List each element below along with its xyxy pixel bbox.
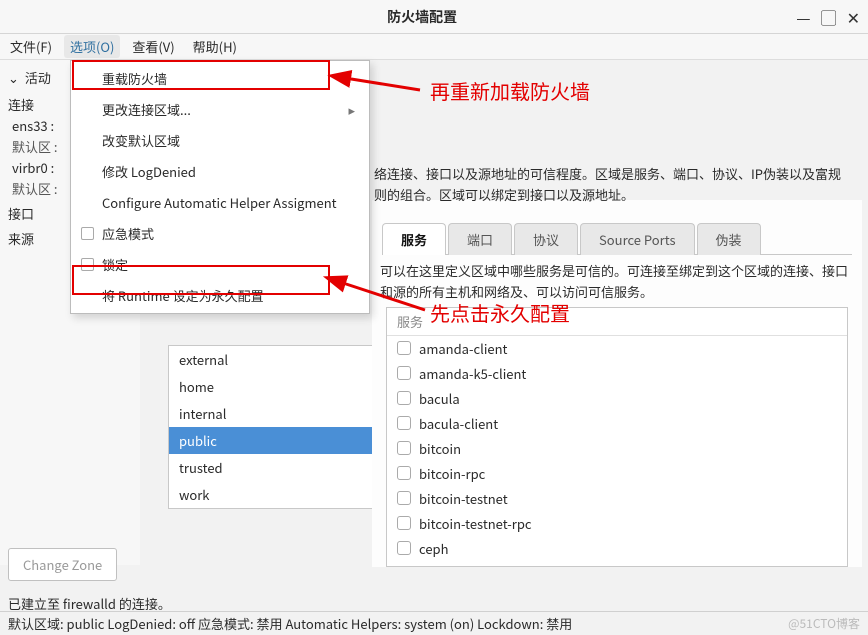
menu-modify-logdenied-label: 修改 LogDenied <box>102 162 196 181</box>
service-row[interactable]: bacula <box>387 386 847 411</box>
checkbox-icon[interactable] <box>397 416 411 430</box>
titlebar: 防火墙配置 — ▢ ✕ <box>0 0 868 34</box>
tab-ports[interactable]: 端口 <box>448 223 512 255</box>
zone-home[interactable]: home <box>169 373 377 400</box>
services-list: 服务 amanda-client amanda-k5-client bacula… <box>386 307 848 567</box>
zone-description: 络连接、接口以及源地址的可信程度。区域是服务、端口、协议、IP伪装以及富规则的组… <box>372 160 858 212</box>
menu-options[interactable]: 选项(O) <box>64 35 120 58</box>
checkbox-icon[interactable] <box>397 491 411 505</box>
change-zone-button[interactable]: Change Zone <box>8 548 117 581</box>
service-row[interactable]: ceph <box>387 536 847 561</box>
status-summary: 默认区域: public LogDenied: off 应急模式: 禁用 Aut… <box>8 614 572 633</box>
service-row[interactable]: amanda-client <box>387 336 847 361</box>
menu-help[interactable]: 帮助(H) <box>187 35 243 58</box>
menu-view[interactable]: 查看(V) <box>126 35 180 58</box>
zone-work[interactable]: work <box>169 481 377 508</box>
zone-internal[interactable]: internal <box>169 400 377 427</box>
zone-external[interactable]: external <box>169 346 377 373</box>
service-row[interactable]: bitcoin-testnet <box>387 486 847 511</box>
checkbox-icon[interactable] <box>397 391 411 405</box>
menu-file[interactable]: 文件(F) <box>4 35 58 58</box>
menu-panic-mode-label: 应急模式 <box>102 224 154 243</box>
menu-modify-logdenied[interactable]: 修改 LogDenied <box>71 156 369 187</box>
menu-panic-mode[interactable]: 应急模式 <box>71 218 369 249</box>
service-row[interactable]: bitcoin-rpc <box>387 461 847 486</box>
menu-configure-auto-helper-label: Configure Automatic Helper Assigment <box>102 193 337 212</box>
tab-masquerade[interactable]: 伪装 <box>697 223 761 255</box>
service-row[interactable]: bacula-client <box>387 411 847 436</box>
annotation-reload-text: 再重新加载防火墙 <box>430 76 590 105</box>
chevron-down-icon: ⌄ <box>8 68 19 87</box>
checkbox-icon[interactable] <box>397 466 411 480</box>
chevron-right-icon: ▸ <box>348 100 355 119</box>
checkbox-icon[interactable] <box>397 516 411 530</box>
window-title: 防火墙配置 <box>48 7 796 27</box>
close-button[interactable]: ✕ <box>847 5 860 29</box>
zone-public[interactable]: public <box>169 427 377 454</box>
service-row[interactable]: bitcoin-testnet-rpc <box>387 511 847 536</box>
service-row[interactable]: bitcoin <box>387 436 847 461</box>
checkbox-icon[interactable] <box>397 341 411 355</box>
maximize-button[interactable]: ▢ <box>821 5 837 29</box>
active-header-label: 活动 <box>25 68 51 87</box>
zone-list: external home internal public trusted wo… <box>168 345 378 509</box>
tabs: 服务 端口 协议 Source Ports 伪装 <box>382 222 852 255</box>
menu-change-default-zone[interactable]: 改变默认区域 <box>71 125 369 156</box>
service-row[interactable]: amanda-k5-client <box>387 361 847 386</box>
checkbox-icon[interactable] <box>397 366 411 380</box>
minimize-button[interactable]: — <box>796 5 810 29</box>
checkbox-icon[interactable] <box>397 541 411 555</box>
tab-protocols[interactable]: 协议 <box>514 223 578 255</box>
menu-change-default-zone-label: 改变默认区域 <box>102 131 180 150</box>
annotation-box-reload <box>72 60 330 90</box>
menu-change-connection-zone-label: 更改连接区域... <box>102 100 191 119</box>
tab-services[interactable]: 服务 <box>382 223 446 255</box>
watermark: @51CTO博客 <box>788 615 860 632</box>
menubar: 文件(F) 选项(O) 查看(V) 帮助(H) <box>0 34 868 60</box>
zone-detail-pane: 络连接、接口以及源地址的可信程度。区域是服务、端口、协议、IP伪装以及富规则的组… <box>372 200 862 567</box>
menu-configure-auto-helper[interactable]: Configure Automatic Helper Assigment <box>71 187 369 218</box>
menu-change-connection-zone[interactable]: 更改连接区域... ▸ <box>71 94 369 125</box>
zone-trusted[interactable]: trusted <box>169 454 377 481</box>
annotation-permanent-text: 先点击永久配置 <box>430 298 570 327</box>
annotation-box-runtime <box>72 265 330 295</box>
tab-source-ports[interactable]: Source Ports <box>580 223 695 255</box>
checkbox-icon <box>81 227 94 240</box>
checkbox-icon[interactable] <box>397 441 411 455</box>
statusbar: 默认区域: public LogDenied: off 应急模式: 禁用 Aut… <box>0 611 868 635</box>
